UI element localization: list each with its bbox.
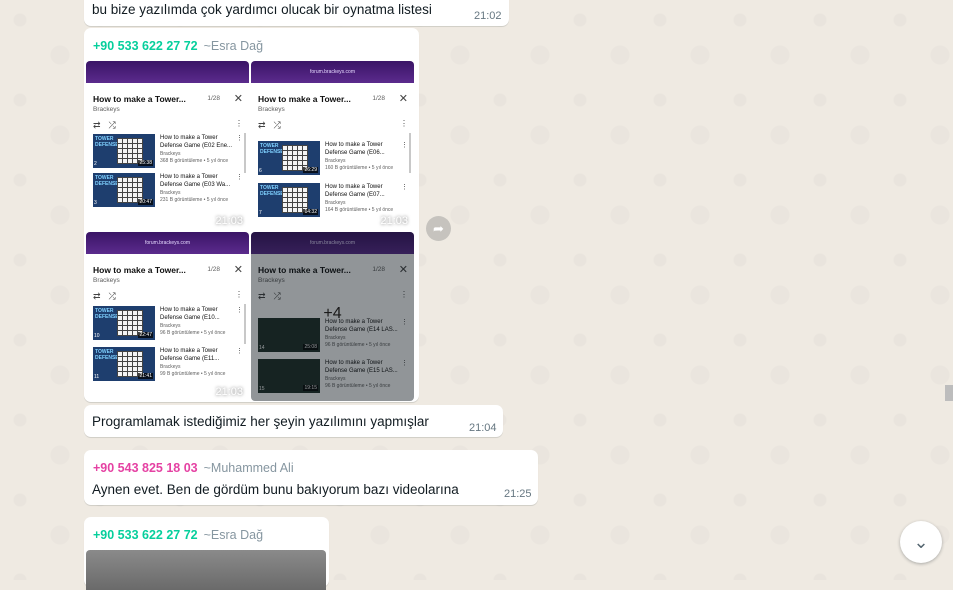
sender-phone: +90 533 622 27 72 [93,39,198,53]
playlist-title: How to make a Tower... [93,265,186,275]
sender-phone: +90 543 825 18 03 [93,461,198,475]
playlist-channel: Brackeys [258,106,285,113]
image-thumbnail[interactable]: forum.brackeys.com How to make a Tower..… [251,61,414,230]
video-item: TOWER DEFENSE 20:47 3 How to make a Tower … [93,173,243,207]
video-item: TOWER DEFENSE 21:41 11 How to make a Tower… [93,347,243,381]
message-bubble[interactable]: bu bize yazılımda çok yardımcı olucak bi… [84,0,509,26]
forward-icon[interactable]: ➦ [426,216,451,241]
message-bubble[interactable]: +90 543 825 18 03 ~Muhammed Ali Aynen eve… [84,450,538,505]
scroll-track [244,304,246,344]
message-bubble-images[interactable]: +90 533 622 27 72 ~Esra Dağ How to make a… [84,28,419,402]
shuffle-repeat-icons: ⇄⤮ [93,120,124,130]
video-item: TOWER DEFENSE 25:38 2 How to make a Tower … [93,134,243,168]
scroll-track [409,133,411,173]
video-item: TOWER DEFENSE 14:32 7 How to make a Tower … [258,183,408,217]
playlist-count: 1/28 [372,95,385,102]
more-vert-icon: ⋮ [235,290,243,299]
image-thumbnail-more[interactable]: forum.brackeys.com How to make a Tower..… [251,232,414,401]
message-text: Aynen evet. Ben de gördüm bunu bakıyorum… [92,482,459,497]
close-icon: ✕ [233,93,243,105]
sender-name: ~Esra Dağ [203,39,264,53]
playlist-title: How to make a Tower... [258,94,351,104]
playlist-channel: Brackeys [93,106,120,113]
thumb-banner: forum.brackeys.com [86,232,249,254]
shuffle-repeat-icons: ⇄⤮ [258,120,289,130]
playlist-count: 1/28 [207,95,220,102]
image-thumbnail[interactable]: forum.brackeys.com How to make a Tower..… [86,232,249,401]
video-item: TOWER DEFENSE 26:29 6 How to make a Tower … [258,141,408,175]
message-bubble[interactable]: Programlamak istediğimiz her şeyin yazıl… [84,405,503,437]
sender-phone: +90 533 622 27 72 [93,528,198,542]
playlist-channel: Brackeys [93,277,120,284]
playlist-title: How to make a Tower... [93,94,186,104]
scroll-track [244,133,246,173]
sender-label[interactable]: +90 533 622 27 72 ~Esra Dağ [93,528,263,542]
shuffle-repeat-icons: ⇄⤮ [93,291,124,301]
message-text: Programlamak istediğimiz her şeyin yazıl… [92,414,429,429]
sender-label[interactable]: +90 543 825 18 03 ~Muhammed Ali [93,461,294,475]
thumb-banner: forum.brackeys.com [251,61,414,83]
image-time: 21:03 [380,215,408,227]
message-time: 21:25 [504,488,532,500]
message-time: 21:02 [474,10,502,22]
close-icon: ✕ [398,93,408,105]
more-vert-icon: ⋮ [400,119,408,128]
close-icon: ✕ [233,264,243,276]
image-time: 21:03 [215,386,243,398]
sender-name: ~Muhammed Ali [203,461,294,475]
sender-label[interactable]: +90 533 622 27 72 ~Esra Dağ [93,39,263,53]
more-count: +4 [323,305,342,322]
playlist-count: 1/28 [207,266,220,273]
chevron-down-icon[interactable]: ⌄ [900,521,942,563]
image-thumbnail[interactable] [86,550,326,590]
message-text: bu bize yazılımda çok yardımcı olucak bi… [92,2,432,17]
more-vert-icon: ⋮ [235,119,243,128]
image-thumbnail[interactable]: How to make a Tower... Brackeys 1/28 ✕ ⇄… [86,61,249,230]
scrollbar-thumb[interactable] [945,385,953,401]
message-time: 21:04 [469,422,497,434]
sender-name: ~Esra Dağ [203,528,264,542]
image-time: 21:03 [215,215,243,227]
thumb-banner [86,61,249,83]
video-item: TOWER DEFENSE 22:47 10 How to make a Tower… [93,306,243,340]
